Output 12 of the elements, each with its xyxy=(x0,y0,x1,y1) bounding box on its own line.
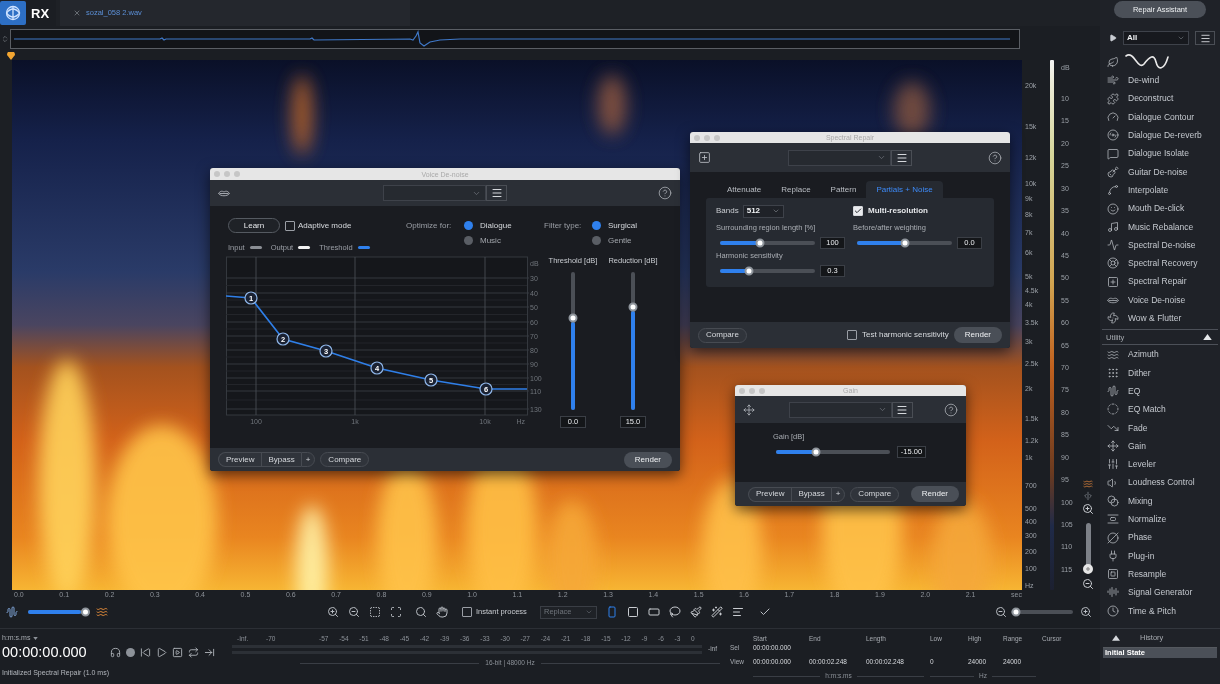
option-label: Dialogue xyxy=(480,221,512,230)
time-display: 00:00:00.000 xyxy=(2,645,88,660)
checkbox-label: Test harmonic sensitivity xyxy=(862,331,949,339)
option-label: Gentle xyxy=(608,236,632,245)
option-group-label: Optimize for: xyxy=(406,219,453,232)
checkbox-label: Adaptive mode xyxy=(298,221,352,230)
checkbox-label: Multi-resolution xyxy=(868,207,928,215)
option-label: Music xyxy=(480,236,501,245)
option-group-label: Filter type: xyxy=(544,219,583,232)
app-logo-text: RX xyxy=(31,6,50,20)
field-label: Bands xyxy=(716,207,739,215)
option-label: Surgical xyxy=(608,221,637,230)
